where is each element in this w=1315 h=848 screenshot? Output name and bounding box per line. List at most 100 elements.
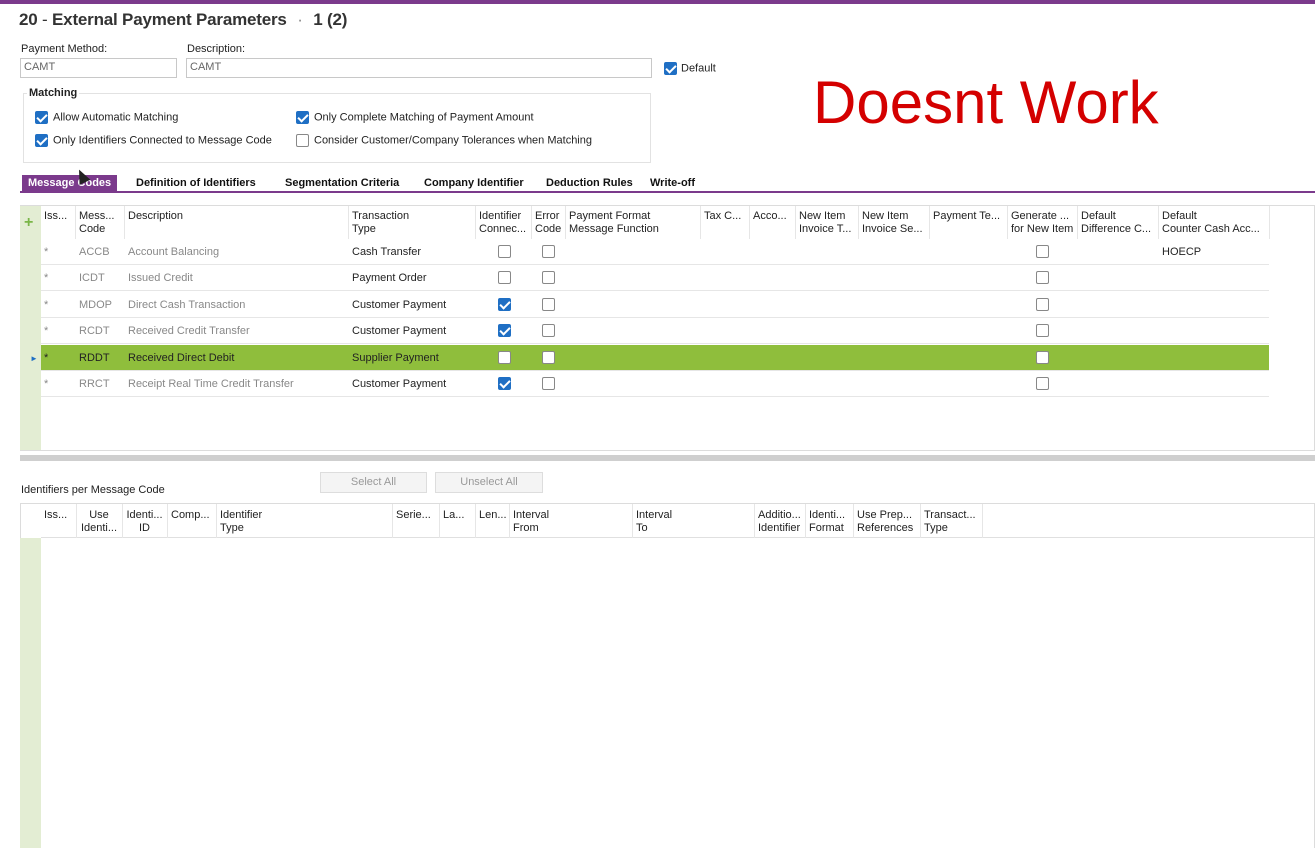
- col-header-interval-to[interactable]: Interval To: [636, 509, 672, 535]
- message-code-cell: RRCT: [79, 378, 110, 390]
- generate-for-new-item-checkbox[interactable]: [1036, 271, 1049, 284]
- table-row[interactable]: * RCDT Received Credit Transfer Customer Pa…: [41, 318, 1269, 344]
- generate-for-new-item-checkbox[interactable]: [1036, 298, 1049, 311]
- grid-gutter: [20, 206, 41, 450]
- tab-bar: Message Codes Definition of Identifiers …: [20, 175, 1315, 193]
- col-header-issuer[interactable]: Iss...: [44, 210, 67, 223]
- identifier-connected-checkbox[interactable]: [498, 351, 511, 364]
- default-checkbox-wrapper[interactable]: Default: [664, 62, 716, 75]
- tab-write-off[interactable]: Write-off: [644, 175, 701, 192]
- only-complete-matching-option[interactable]: Only Complete Matching of Payment Amount: [296, 111, 534, 124]
- col-header-use-identifier[interactable]: Use Identi...: [80, 509, 118, 535]
- page-title: 20 - External Payment Parameters · 1 (2): [19, 10, 347, 30]
- col-header-default-counter-cash[interactable]: Default Counter Cash Acc...: [1162, 210, 1260, 236]
- table-row[interactable]: * RRCT Receipt Real Time Credit Transfer Cu…: [41, 371, 1269, 397]
- col-header-transaction-type[interactable]: Transact... Type: [924, 509, 976, 535]
- identifier-connected-checkbox[interactable]: [498, 245, 511, 258]
- tab-definition-of-identifiers[interactable]: Definition of Identifiers: [130, 175, 262, 192]
- col-header-message-code[interactable]: Mess... Code: [79, 210, 114, 236]
- error-code-checkbox[interactable]: [542, 245, 555, 258]
- description-cell: Issued Credit: [128, 272, 193, 284]
- default-label: Default: [681, 62, 716, 75]
- col-header-payment-terms[interactable]: Payment Te...: [933, 210, 1000, 223]
- error-code-checkbox[interactable]: [542, 324, 555, 337]
- unselect-all-button[interactable]: Unselect All: [435, 472, 543, 493]
- payment-method-field[interactable]: CAMT: [20, 58, 177, 78]
- col-header-identifier-id[interactable]: Identi... ID: [126, 509, 163, 535]
- col-header-new-item-invoice-series[interactable]: New Item Invoice Se...: [862, 210, 923, 236]
- tab-deduction-rules[interactable]: Deduction Rules: [540, 175, 639, 192]
- message-code-cell: RDDT: [79, 352, 110, 364]
- generate-for-new-item-checkbox[interactable]: [1036, 377, 1049, 390]
- transaction-type-cell: Cash Transfer: [352, 246, 422, 258]
- col-header-additional-identifier[interactable]: Additio... Identifier: [758, 509, 801, 535]
- col-header-payment-format[interactable]: Payment Format Message Function: [569, 210, 659, 236]
- identifier-connected-checkbox[interactable]: [498, 377, 511, 390]
- col-header-use-prepared-references[interactable]: Use Prep... References: [857, 509, 913, 535]
- tab-company-identifier[interactable]: Company Identifier: [418, 175, 530, 192]
- message-code-cell: MDOP: [79, 299, 112, 311]
- identifier-connected-checkbox[interactable]: [498, 271, 511, 284]
- annotation-text: Doesnt Work: [813, 69, 1159, 136]
- col-header-issuer[interactable]: Iss...: [44, 509, 67, 522]
- select-all-button[interactable]: Select All: [320, 472, 427, 493]
- col-header-identifier-type[interactable]: Identifier Type: [220, 509, 262, 535]
- error-code-checkbox[interactable]: [542, 351, 555, 364]
- default-checkbox[interactable]: [664, 62, 677, 75]
- transaction-type-cell: Customer Payment: [352, 378, 447, 390]
- identifier-connected-checkbox[interactable]: [498, 324, 511, 337]
- col-header-description[interactable]: Description: [128, 210, 183, 223]
- option-label: Only Identifiers Connected to Message Co…: [53, 134, 272, 147]
- transaction-type-cell: Payment Order: [352, 272, 427, 284]
- table-row[interactable]: * ACCB Account Balancing Cash Transfer HOECP: [41, 239, 1269, 265]
- message-code-cell: ACCB: [79, 246, 110, 258]
- consider-tolerances-option[interactable]: Consider Customer/Company Tolerances whe…: [296, 134, 592, 147]
- col-header-interval-from[interactable]: Interval From: [513, 509, 549, 535]
- top-accent-bar: [0, 0, 1315, 4]
- col-header-tax-code[interactable]: Tax C...: [704, 210, 741, 223]
- description-cell: Direct Cash Transaction: [128, 299, 246, 311]
- table-row[interactable]: * RDDT Received Direct Debit Supplier Payme…: [41, 345, 1269, 371]
- col-header-length[interactable]: Len...: [479, 509, 507, 522]
- tab-message-codes[interactable]: Message Codes: [22, 175, 118, 192]
- col-header-company[interactable]: Comp...: [171, 509, 210, 522]
- counter-cash-account-cell: HOECP: [1162, 246, 1202, 258]
- col-header-transaction-type[interactable]: Transaction Type: [352, 210, 409, 236]
- message-code-cell: RCDT: [79, 325, 110, 337]
- only-identifiers-connected-option[interactable]: Only Identifiers Connected to Message Co…: [35, 134, 272, 147]
- col-header-error-code[interactable]: Error Code: [535, 210, 561, 236]
- only-complete-matching-checkbox[interactable]: [296, 111, 309, 124]
- error-code-checkbox[interactable]: [542, 377, 555, 390]
- col-header-new-item-invoice-type[interactable]: New Item Invoice T...: [799, 210, 851, 236]
- allow-automatic-matching-option[interactable]: Allow Automatic Matching: [35, 111, 178, 124]
- error-code-checkbox[interactable]: [542, 271, 555, 284]
- generate-for-new-item-checkbox[interactable]: [1036, 324, 1049, 337]
- table-row[interactable]: * ICDT Issued Credit Payment Order: [41, 265, 1269, 291]
- col-header-default-difference[interactable]: Default Difference C...: [1081, 210, 1151, 236]
- col-header-generate-for-new-item[interactable]: Generate ... for New Item: [1011, 210, 1073, 236]
- col-header-identifier-format[interactable]: Identi... Format: [809, 509, 845, 535]
- description-label: Description:: [187, 43, 246, 55]
- description-cell: Account Balancing: [128, 246, 220, 258]
- only-identifiers-connected-checkbox[interactable]: [35, 134, 48, 147]
- description-field[interactable]: CAMT: [186, 58, 652, 78]
- title-dash: -: [42, 10, 48, 29]
- description-cell: Received Credit Transfer: [128, 325, 250, 337]
- page-title-text: External Payment Parameters: [52, 10, 287, 29]
- tab-segmentation-criteria[interactable]: Segmentation Criteria: [279, 175, 405, 192]
- identifier-connected-checkbox[interactable]: [498, 298, 511, 311]
- col-header-series[interactable]: Serie...: [396, 509, 431, 522]
- generate-for-new-item-checkbox[interactable]: [1036, 351, 1049, 364]
- pane-splitter[interactable]: [20, 455, 1315, 461]
- generate-for-new-item-checkbox[interactable]: [1036, 245, 1049, 258]
- col-header-identifier-connected[interactable]: Identifier Connec...: [479, 210, 526, 236]
- issuer-cell: *: [44, 352, 49, 364]
- col-header-account[interactable]: Acco...: [753, 210, 787, 223]
- consider-tolerances-checkbox[interactable]: [296, 134, 309, 147]
- allow-automatic-matching-checkbox[interactable]: [35, 111, 48, 124]
- error-code-checkbox[interactable]: [542, 298, 555, 311]
- table-row[interactable]: * MDOP Direct Cash Transaction Customer Pay…: [41, 292, 1269, 318]
- add-row-icon[interactable]: +: [24, 214, 33, 232]
- col-header-language[interactable]: La...: [443, 509, 464, 522]
- identifiers-grid: [20, 503, 1315, 848]
